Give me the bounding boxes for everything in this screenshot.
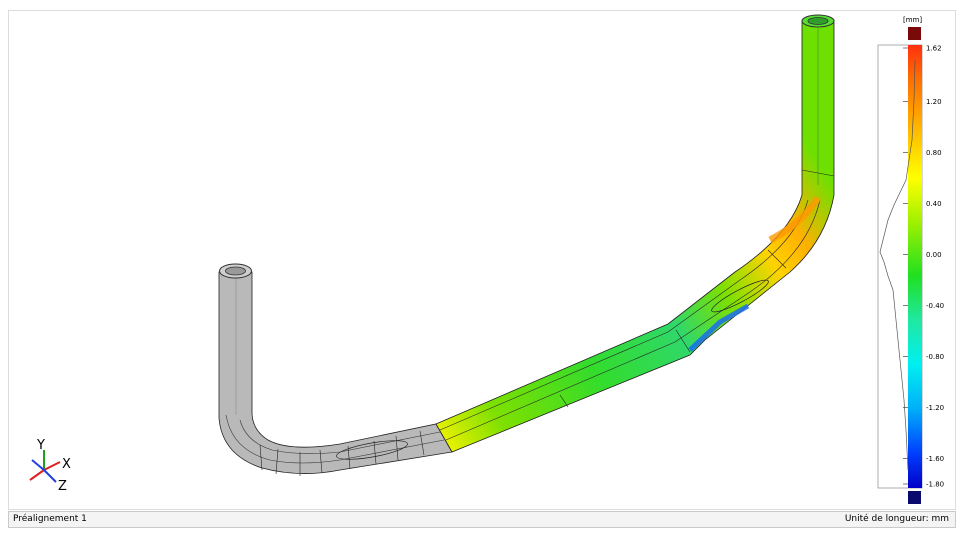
tube-uncolored-section (218, 263, 453, 476)
legend-unit: [mm] (903, 16, 922, 24)
axis-z-label: Z (58, 479, 67, 494)
legend-tick-label: 0.80 (926, 149, 942, 157)
legend-tick-label: 0.40 (926, 200, 942, 208)
legend-overflow-high-swatch (908, 27, 921, 40)
legend-tick-label: -0.80 (926, 353, 944, 361)
legend-overflow-low-swatch (908, 491, 921, 504)
legend-color-bar (908, 45, 922, 488)
legend-tick-label: 1.20 (926, 98, 942, 106)
legend-tick-label: -1.60 (926, 455, 944, 463)
legend-tick-label: -1.20 (926, 404, 944, 412)
status-bar: Préalignement 1 Unité de longueur: mm (8, 511, 956, 528)
legend-tick-label: -1.80 (926, 481, 944, 489)
length-unit-status: Unité de longueur: mm (844, 514, 949, 524)
3d-viewport[interactable]: Y X Z [mm] 1.62 1.20 0.80 0.40 0.00 -0.40 -0.8… (0, 0, 961, 540)
legend-tick-label: 0.00 (926, 251, 942, 259)
legend-tick-label: -0.40 (926, 302, 944, 310)
legend-tick-label: 1.62 (926, 45, 942, 53)
axis-triad[interactable]: Y X Z (29, 438, 71, 494)
color-legend[interactable]: [mm] 1.62 1.20 0.80 0.40 0.00 -0.40 -0.80 -1.20… (877, 16, 944, 504)
tube-deviation-colormap (435, 14, 835, 453)
axis-x-label: X (62, 457, 71, 472)
alignment-status: Préalignement 1 (13, 514, 87, 524)
axis-y-label: Y (36, 438, 45, 453)
